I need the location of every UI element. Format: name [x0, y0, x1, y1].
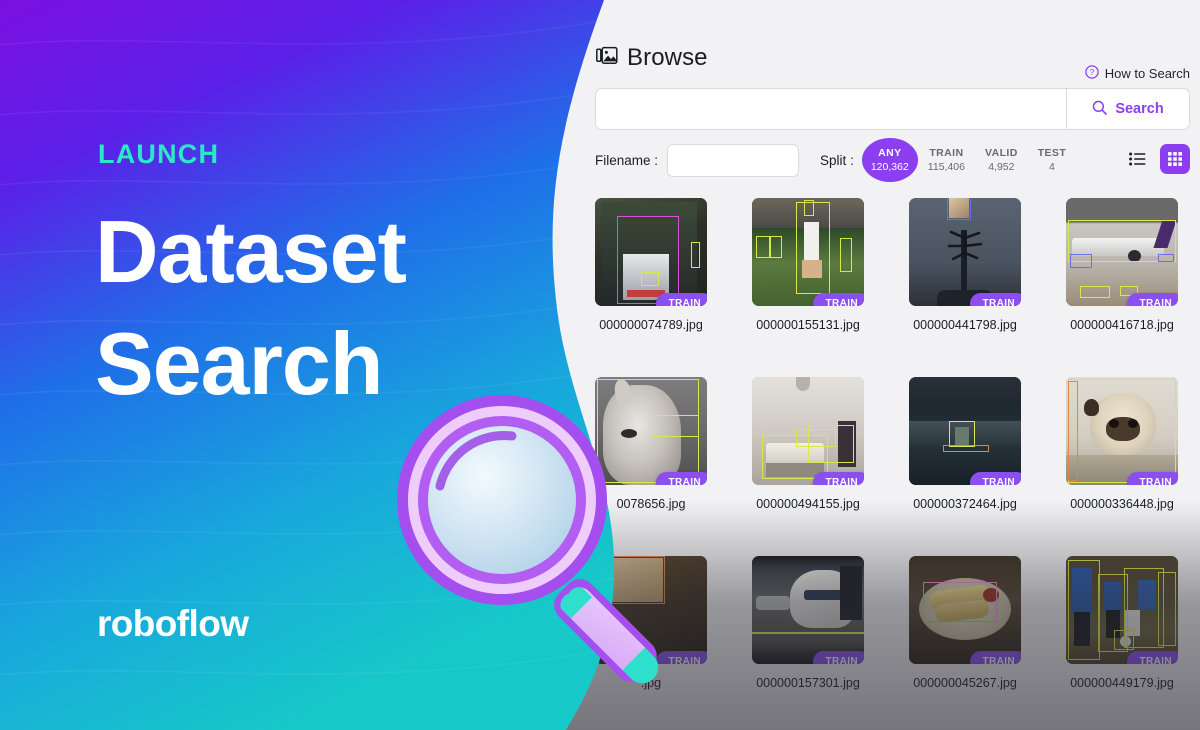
- split-option-test[interactable]: TEST 4: [1028, 138, 1076, 182]
- thumbnail-filename: 000000074789.jpg: [599, 318, 703, 332]
- thumbnail-framed-artwork-wall[interactable]: TRAIN: [595, 556, 707, 664]
- search-bar: Search: [595, 88, 1190, 130]
- roboflow-logo: roboflow: [97, 603, 249, 644]
- page-title: Browse: [596, 44, 708, 72]
- hero-title-line2: Search: [95, 314, 384, 413]
- how-to-search-label: How to Search: [1104, 66, 1190, 81]
- thumbnail-tennis-player-serving[interactable]: TRAIN: [752, 198, 864, 306]
- thumbnail-filename: 000000045267.jpg: [913, 676, 1017, 690]
- grid-cell: TRAIN 000000441798.jpg: [909, 198, 1021, 332]
- thumbnail-filename: 0078656.jpg: [616, 497, 686, 511]
- split-badge: TRAIN: [1127, 651, 1178, 664]
- split-badge: TRAIN: [1127, 293, 1178, 306]
- split-option-name: TEST: [1037, 147, 1067, 159]
- grid-cell: TRAIN 000000074789.jpg: [595, 198, 707, 332]
- grid-view-icon[interactable]: [1160, 144, 1190, 174]
- thumbnail-filename: 000000155131.jpg: [756, 318, 860, 332]
- split-badge: TRAIN: [813, 651, 864, 664]
- thumbnail-filename: .jpg: [640, 676, 662, 690]
- split-badge: TRAIN: [656, 293, 707, 306]
- image-grid: TRAIN 000000074789.jpg TRAIN 000000155131.…: [595, 198, 1195, 730]
- thumbnail-filename: 000000416718.jpg: [1070, 318, 1174, 332]
- grid-cell: TRAIN 000000045267.jpg: [909, 556, 1021, 690]
- hero-title: Dataset Search: [95, 196, 535, 420]
- view-toggle-group: [1125, 144, 1190, 174]
- split-option-count: 4: [1049, 161, 1055, 173]
- thumbnail-surfer-in-wave[interactable]: TRAIN: [909, 377, 1021, 485]
- filename-input[interactable]: [667, 143, 800, 177]
- search-icon: [1092, 100, 1108, 119]
- thumbnail-filename: 000000372464.jpg: [913, 497, 1017, 511]
- thumbnail-filename: 000000157301.jpg: [756, 676, 860, 690]
- thumbnail-airplane-nose[interactable]: TRAIN: [752, 556, 864, 664]
- browse-app-panel: Browse ? How to Search Search Filename:…: [560, 0, 1200, 730]
- split-badge: TRAIN: [656, 472, 707, 485]
- grid-cell: TRAIN 000000449179.jpg: [1066, 556, 1178, 690]
- thumbnail-filename: 000000441798.jpg: [913, 318, 1017, 332]
- images-icon: [596, 46, 618, 70]
- svg-text:?: ?: [1090, 68, 1095, 77]
- thumbnail-filename: 000000449179.jpg: [1070, 676, 1174, 690]
- grid-cell: TRAIN 0078656.jpg: [595, 377, 707, 511]
- thumbnail-pug-dog-on-couch[interactable]: TRAIN: [1066, 377, 1178, 485]
- split-option-any[interactable]: ANY 120,362: [861, 138, 918, 182]
- thumbnail-hot-dog-on-plate[interactable]: TRAIN: [909, 556, 1021, 664]
- split-option-train[interactable]: TRAIN 115,406: [918, 138, 975, 182]
- thumbnail-airplane-at-airport[interactable]: TRAIN: [1066, 198, 1178, 306]
- split-badge: TRAIN: [813, 472, 864, 485]
- thumbnail-filename: 000000336448.jpg: [1070, 497, 1174, 511]
- grid-cell: TRAIN 000000157301.jpg: [752, 556, 864, 690]
- hero-title-line1: Dataset: [95, 202, 407, 301]
- split-badge: TRAIN: [1127, 472, 1178, 485]
- grid-cell: TRAIN 000000336448.jpg: [1066, 377, 1178, 511]
- page-title-label: Browse: [627, 44, 708, 71]
- split-options: ANY 120,362 TRAIN 115,406 VALID 4,952 TEST 4: [861, 138, 1076, 182]
- grid-cell: TRAIN 000000155131.jpg: [752, 198, 864, 332]
- split-badge: TRAIN: [813, 293, 864, 306]
- split-option-valid[interactable]: VALID 4,952: [975, 138, 1028, 182]
- split-badge: TRAIN: [970, 651, 1021, 664]
- thumbnail-horse-head-bw[interactable]: TRAIN: [595, 377, 707, 485]
- split-option-count: 115,406: [927, 161, 965, 173]
- split-option-count: 120,362: [870, 161, 909, 173]
- list-view-icon[interactable]: [1125, 147, 1149, 171]
- search-button[interactable]: Search: [1066, 89, 1189, 129]
- search-input[interactable]: [596, 89, 1066, 129]
- split-option-name: ANY: [878, 147, 902, 159]
- grid-cell: TRAIN 000000416718.jpg: [1066, 198, 1178, 332]
- grid-cell: TRAIN .jpg: [595, 556, 707, 690]
- how-to-search-link[interactable]: ? How to Search: [1084, 65, 1190, 82]
- split-option-count: 4,952: [988, 161, 1015, 173]
- split-option-name: TRAIN: [929, 147, 964, 159]
- split-option-name: VALID: [984, 147, 1018, 159]
- search-button-label: Search: [1115, 101, 1164, 117]
- thumbnail-bedroom-interior[interactable]: TRAIN: [752, 377, 864, 485]
- hero-kicker: LAUNCH: [98, 139, 220, 169]
- thumbnail-train-on-tracks[interactable]: TRAIN: [595, 198, 707, 306]
- split-badge: TRAIN: [970, 293, 1021, 306]
- grid-cell: TRAIN 000000372464.jpg: [909, 377, 1021, 511]
- thumbnail-soccer-players[interactable]: TRAIN: [1066, 556, 1178, 664]
- thumbnail-filename: 000000494155.jpg: [756, 497, 860, 511]
- split-badge: TRAIN: [656, 651, 707, 664]
- split-badge: TRAIN: [970, 472, 1021, 485]
- filter-bar: Filename : Split : ANY 120,362 TRAIN 115,40…: [595, 138, 1190, 182]
- question-circle-icon: ?: [1084, 65, 1099, 82]
- filename-label: Filename :: [595, 152, 659, 168]
- split-label: Split :: [820, 152, 854, 168]
- grid-cell: TRAIN 000000494155.jpg: [752, 377, 864, 511]
- thumbnail-bird-on-pole[interactable]: TRAIN: [909, 198, 1021, 306]
